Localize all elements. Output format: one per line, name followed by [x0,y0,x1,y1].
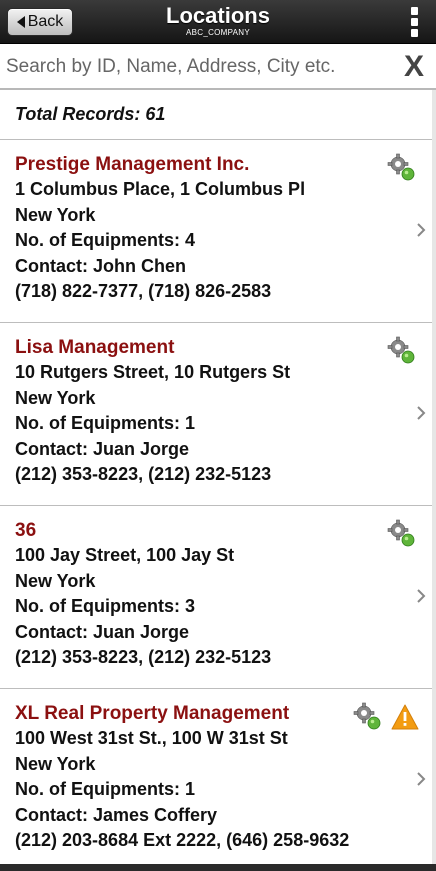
bottom-edge [0,864,436,871]
location-equipments: No. of Equipments: 4 [15,230,195,250]
location-phones: (718) 822-7377, (718) 826-2583 [15,281,272,301]
location-phones: (212) 353-8223, (212) 232-5123 [15,647,272,667]
location-name: Prestige Management Inc. [15,154,250,175]
top-bar: Back Locations ABC_COMPANY [0,0,436,44]
location-address: 100 Jay Street, 100 Jay St [15,545,235,565]
back-button-label: Back [27,13,64,30]
scrollbar-track[interactable] [432,90,436,865]
total-records: Total Records: 61 [0,90,436,140]
location-name: XL Real Property Management [15,703,290,724]
location-name: 36 [15,520,37,541]
location-contact: Contact: John Chen [15,255,186,276]
back-arrow-icon [16,16,25,28]
chevron-right-icon [417,223,426,237]
chevron-right-icon [417,772,426,786]
chevron-right-icon [417,589,426,603]
location-row[interactable]: 36 100 Jay Street, 100 Jay St New York N… [0,506,436,689]
chevron-right-icon [417,406,426,420]
location-city: New York [15,753,96,774]
location-address: 10 Rutgers Street, 10 Rutgers St [15,362,291,382]
location-phones: (212) 203-8684 Ext 2222, (646) 258-9632 [15,830,350,850]
location-equipments: No. of Equipments: 1 [15,413,195,433]
search-input[interactable] [6,50,386,84]
search-bar: X [0,44,436,90]
gear-icon [387,336,415,364]
warning-icon [391,704,419,730]
locations-list: Prestige Management Inc. 1 Columbus Plac… [0,140,436,869]
clear-search-button[interactable]: X [400,48,428,86]
location-row[interactable]: Lisa Management 10 Rutgers Street, 10 Ru… [0,323,436,506]
location-name: Lisa Management [15,337,175,358]
location-address: 100 West 31st St., 100 W 31st St [15,728,288,748]
location-equipments: No. of Equipments: 1 [15,779,195,799]
location-row[interactable]: Prestige Management Inc. 1 Columbus Plac… [0,140,436,323]
gear-icon [387,153,415,181]
location-city: New York [15,570,96,591]
gear-icon [387,519,415,547]
overflow-menu-icon[interactable] [404,6,424,38]
page-title: Locations [166,3,270,28]
location-contact: Contact: James Coffery [15,804,218,825]
location-city: New York [15,204,96,225]
company-subtitle: ABC_COMPANY [185,28,251,37]
location-contact: Contact: Juan Jorge [15,438,190,459]
title-block: Locations ABC_COMPANY [118,2,318,38]
location-equipments: No. of Equipments: 3 [15,596,195,616]
gear-icon [353,702,381,730]
location-row[interactable]: XL Real Property Management 100 West 31s… [0,689,436,869]
location-phones: (212) 353-8223, (212) 232-5123 [15,464,272,484]
location-contact: Contact: Juan Jorge [15,621,190,642]
back-button[interactable]: Back [7,8,73,36]
location-address: 1 Columbus Place, 1 Columbus Pl [15,179,306,199]
location-city: New York [15,387,96,408]
